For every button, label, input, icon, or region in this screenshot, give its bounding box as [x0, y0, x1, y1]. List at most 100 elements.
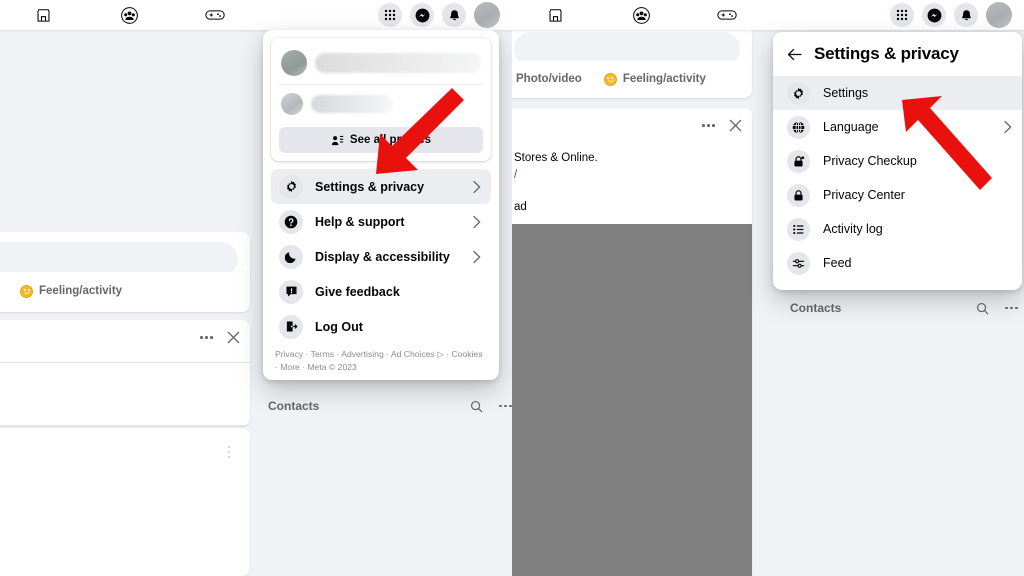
nav-gaming-left[interactable]	[172, 0, 258, 30]
menu-item-display-accessibility[interactable]: Display & accessibility	[271, 239, 491, 274]
menu-item-label: Help & support	[315, 214, 405, 229]
profile-avatar-secondary	[281, 93, 303, 115]
settings-panel-header: Settings & privacy	[773, 32, 1022, 76]
nav-menu-left[interactable]	[378, 3, 402, 27]
settings-privacy-panel: Settings & privacy Settings Language Pri…	[773, 32, 1022, 290]
composer-photo-label: Photo/video	[516, 73, 582, 85]
nav-messenger-left[interactable]	[410, 3, 434, 27]
composer-feeling-label: Feeling/activity	[39, 285, 123, 297]
contacts-header-left: Contacts	[268, 396, 512, 416]
composer-actions-card-left: Photo/video Feeling/activity	[0, 272, 250, 312]
groups-icon	[120, 6, 138, 24]
profile-switcher-card: See all profiles	[271, 38, 491, 161]
post-close-icon-right[interactable]	[729, 119, 742, 132]
photo-video-button-right[interactable]: Photo/video	[516, 73, 582, 85]
post-body-tail: ad	[514, 200, 527, 213]
people-icon	[331, 135, 344, 145]
question-circle-icon	[279, 209, 303, 234]
gamepad-icon	[205, 10, 225, 20]
profile-avatar-primary	[281, 50, 307, 76]
nav-menu-right[interactable]	[890, 3, 914, 27]
post-more-icon-right[interactable]	[702, 124, 715, 127]
composer-input-left[interactable]	[0, 242, 238, 276]
menu-item-settings-privacy[interactable]: Settings & privacy	[271, 169, 491, 204]
profile-name-redacted-secondary	[311, 95, 393, 113]
settings-item-label: Privacy Checkup	[823, 154, 917, 168]
settings-item-label: Activity log	[823, 222, 883, 236]
list-icon	[787, 217, 810, 241]
post-card-right: Stores & Online. / ad	[512, 108, 752, 576]
feeling-activity-button-left[interactable]: Feeling/activity	[20, 284, 123, 298]
post-image-placeholder	[512, 223, 752, 576]
contacts-header-right: Contacts	[790, 298, 1018, 318]
menu-item-label: Log Out	[315, 319, 363, 334]
settings-panel-title: Settings & privacy	[814, 44, 959, 63]
search-icon[interactable]	[976, 302, 989, 315]
nav-notifications-right[interactable]	[954, 3, 978, 27]
nav-marketplace-left[interactable]	[0, 0, 86, 30]
contacts-label-right: Contacts	[790, 301, 842, 315]
storefront-icon	[36, 8, 50, 22]
nav-groups-right[interactable]	[598, 0, 684, 30]
nav-gaming-right[interactable]	[684, 0, 770, 30]
composer-actions-card-right: Photo/video Feeling/activity	[512, 60, 752, 98]
gear-icon	[787, 81, 810, 105]
grid-menu-icon	[384, 9, 396, 21]
settings-item-activity-log[interactable]: Activity log	[773, 212, 1022, 246]
profile-row-primary[interactable]	[279, 44, 483, 82]
settings-item-settings[interactable]: Settings	[773, 76, 1022, 110]
see-all-profiles-button[interactable]: See all profiles	[279, 127, 483, 153]
post-card-left	[0, 320, 250, 426]
post-more-icon-left[interactable]	[200, 336, 213, 339]
nav-avatar-left[interactable]	[474, 2, 500, 28]
gamepad-icon	[717, 10, 737, 20]
menu-item-give-feedback[interactable]: Give feedback	[271, 274, 491, 309]
storefront-icon	[548, 8, 562, 22]
contacts-more-icon-right[interactable]	[1005, 306, 1018, 310]
dropdown-footer-links[interactable]: Privacy · Terms · Advertising · Ad Choic…	[263, 344, 499, 385]
left-screenshot-half: Photo/video Feeling/activity	[0, 0, 512, 576]
settings-item-feed[interactable]: Feed	[773, 246, 1022, 280]
top-navigation-bar-right	[512, 0, 1024, 30]
account-dropdown-menu: See all profiles Settings & privacy Help…	[263, 30, 499, 380]
settings-item-label: Privacy Center	[823, 188, 905, 202]
contacts-label-left: Contacts	[268, 399, 320, 413]
settings-item-language[interactable]: Language	[773, 110, 1022, 144]
settings-item-label: Feed	[823, 256, 852, 270]
settings-item-privacy-center[interactable]: Privacy Center	[773, 178, 1022, 212]
menu-item-help-support[interactable]: Help & support	[271, 204, 491, 239]
search-icon[interactable]	[470, 400, 483, 413]
contacts-more-icon-left[interactable]	[499, 404, 512, 408]
chevron-right-icon	[473, 250, 481, 263]
menu-item-label: Give feedback	[315, 284, 400, 299]
profile-name-redacted-primary	[315, 53, 481, 73]
settings-item-privacy-checkup[interactable]: Privacy Checkup	[773, 144, 1022, 178]
logout-icon	[279, 314, 303, 339]
bell-icon	[961, 9, 971, 20]
nav-avatar-right[interactable]	[986, 2, 1012, 28]
settings-item-label: Language	[823, 120, 879, 134]
chevron-right-icon	[1004, 120, 1012, 134]
settings-item-label: Settings	[823, 86, 869, 100]
menu-item-label: Settings & privacy	[315, 179, 425, 194]
see-all-profiles-label: See all profiles	[349, 134, 432, 146]
chevron-right-icon	[473, 215, 481, 228]
nav-groups-left[interactable]	[86, 0, 172, 30]
right-screenshot-half: Photo/video Feeling/activity Stores & On…	[512, 0, 1024, 576]
menu-item-log-out[interactable]: Log Out	[271, 309, 491, 344]
post-body-link[interactable]: /	[512, 167, 752, 184]
post-close-icon-left[interactable]	[227, 331, 240, 344]
nav-messenger-right[interactable]	[922, 3, 946, 27]
bell-icon	[449, 9, 459, 20]
composer-feeling-label: Feeling/activity	[622, 73, 706, 85]
menu-item-label: Display & accessibility	[315, 249, 450, 264]
grid-menu-icon	[896, 9, 908, 21]
nav-marketplace-right[interactable]	[512, 0, 598, 30]
feeling-activity-button-right[interactable]: Feeling/activity	[603, 72, 706, 86]
back-arrow-icon[interactable]	[787, 48, 802, 61]
lock-icon	[787, 183, 810, 207]
moon-icon	[279, 244, 303, 269]
profile-row-secondary[interactable]	[279, 87, 483, 121]
lock-check-icon	[787, 149, 810, 173]
nav-notifications-left[interactable]	[442, 3, 466, 27]
